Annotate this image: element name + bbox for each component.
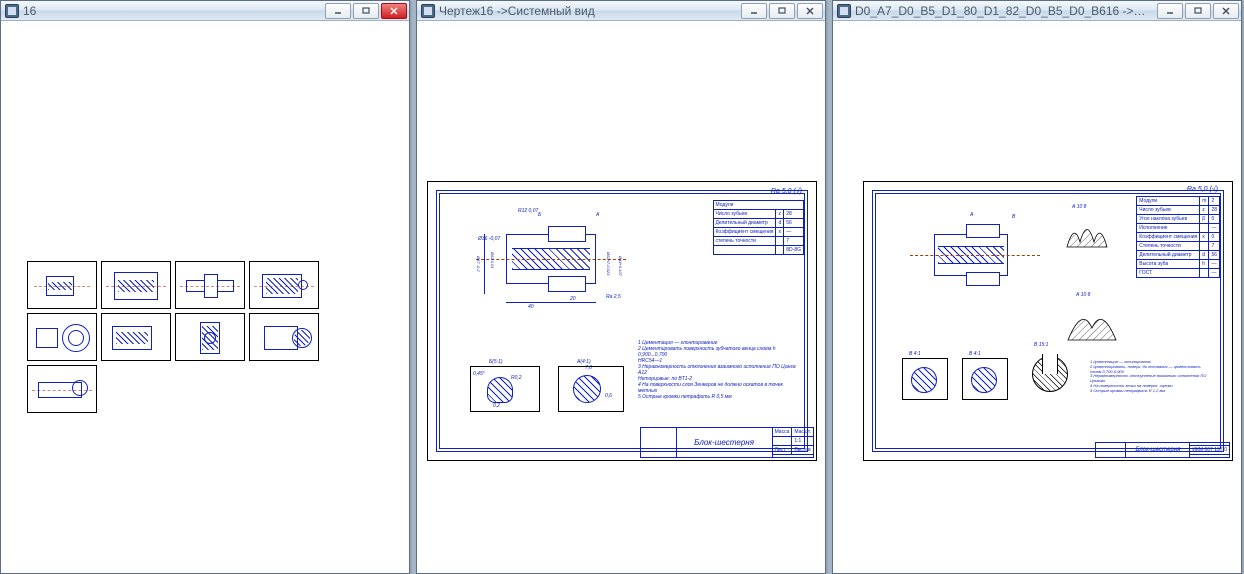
part-name: Блок-шестерня [1135,447,1180,453]
mdi-window-1: 16 [0,0,410,574]
thumb-1 [27,261,97,309]
table-row: Угол наклона зубьевβ0 [1137,215,1220,224]
doc-icon [5,4,19,18]
window-buttons [741,3,823,19]
main-section-view: А В [910,208,1040,308]
minimize-button[interactable] [1157,3,1183,19]
drawing-sheet: Ra 5,0 (√) Модулиm2 Число зубьевz28 Угол… [863,181,1233,461]
detail-view-b: В 4:1 [902,358,948,400]
maximize-button[interactable] [353,3,379,19]
section-label-b: Б [538,212,541,218]
window-title: D0_A7_D0_B5_D1_80_D1_82_D0_B5_D0_B616 ->… [855,4,1153,18]
table-row: степень точности7 [713,237,803,246]
window-title: 16 [23,4,321,18]
titlebar[interactable]: 16 [1,1,409,21]
dimension: 0,2 [493,403,500,409]
dimension: Ø62h7-0,023 [606,252,611,275]
dimension: 0,45° [473,371,485,377]
detail-label: В 15:1 [1034,342,1048,348]
part-name: Блок-шестерня [694,438,754,447]
table-row: ГОСТ— [1137,269,1220,278]
detail-view-b: Б(5:1) 0,45° R0,2 0,2 [470,366,540,412]
surface-finish-mark: Ra 5,0 (√) [1187,186,1218,193]
table-row: Коэффициент смещенияx0 [1137,233,1220,242]
thumb-3 [175,261,245,309]
minimize-button[interactable] [741,3,767,19]
thumb-6 [101,313,171,361]
thumb-7 [175,313,245,361]
drawing-canvas[interactable]: Ra 5,0 (√) Модулиm2 Число зубьевz28 Угол… [833,21,1241,573]
minimize-button[interactable] [325,3,351,19]
doc-icon [837,4,851,18]
section-label: В [1012,214,1015,220]
table-row: Число зубьевz28 [713,210,803,219]
table-row: Делительный диаметрd56 [713,219,803,228]
detail-view-a: А(4:1) 7,6 0,6 [558,366,624,412]
detail-label: Б(5:1) [489,359,503,365]
part-code: ИКМ 007 197-0 [1190,446,1230,455]
table-header: Модули [713,201,803,210]
drawing-sheet: Ra 5,0 (√) Модули Число зубьевz28 Делите… [427,181,817,461]
close-button[interactable] [797,3,823,19]
table-row: Делительный диаметрd56 [1137,251,1220,260]
window-buttons [325,3,407,19]
detail-view-v: В 4:1 [962,358,1008,400]
title-block: Блок-шестерня ИКМ 007 197-0 [1095,442,1230,458]
dimension: Ø36 -0,07 [478,236,500,242]
thumb-2 [101,261,171,309]
table-row: Исполнение— [1137,224,1220,233]
dimension: Ø62 0,01 [490,252,495,268]
dimension: R12 0,07 [518,208,538,214]
dimension: Ø57 -0,2 [476,256,481,272]
title-block: Блок-шестерня МассаМасшт. 1:1 ЛистЛистов [640,427,814,458]
section-label-a: А [596,212,599,218]
dimension: R0,2 [511,375,522,381]
dimension: Ø44+0,107 [618,256,623,276]
drawing-canvas[interactable]: Ra 5,0 (√) Модули Число зубьевz28 Делите… [417,21,825,573]
detail-view-b15: В 15:1 [1022,348,1078,400]
titlebar[interactable]: D0_A7_D0_B5_D1_80_D1_82_D0_B5_D0_B616 ->… [833,1,1241,21]
thumbnail-strip [27,261,387,413]
technical-notes: 1 Цементация — глонтирование 2 Цементиро… [638,340,798,400]
dimension: 7,6 [585,365,592,371]
detail-label: В 4:1 [969,351,981,357]
doc-icon [421,4,435,18]
mdi-window-2: Чертеж16 ->Системный вид Ra 5,0 (√) Моду… [416,0,826,574]
maximize-button[interactable] [1185,3,1211,19]
titlebar[interactable]: Чертеж16 ->Системный вид [417,1,825,21]
table-row: Высота зубаh— [1137,260,1220,269]
thumb-4 [249,261,319,309]
mdi-window-3: D0_A7_D0_B5_D1_80_D1_82_D0_B5_D0_B616 ->… [832,0,1242,574]
gear-parameter-table: Модулиm2 Число зубьевz28 Угол наклона зу… [1136,196,1220,278]
window-buttons [1157,3,1239,19]
gear-tooth-detail-a: А 10 8 [1062,212,1112,252]
surface-finish-mark: Ra 5,0 (√) [771,188,802,195]
table-row: Модулиm2 [1137,197,1220,206]
table-row: Степень точности7 [1137,242,1220,251]
table-row: 8D-8G [713,246,803,255]
gear-parameter-table: Модули Число зубьевz28 Делительный диаме… [713,200,804,255]
table-row: Коэффициент смещенияx— [713,228,803,237]
section-label: А [970,212,973,218]
window-title: Чертеж16 ->Системный вид [439,4,737,18]
main-section-view: Б А Ø36 -0,07 R12 0,07 Ø57 -0,2 Ø62 0,01… [476,204,626,314]
gear-tooth-detail-a2: А 10 8 [1062,300,1122,346]
table-row: Число зубьевz28 [1137,206,1220,215]
thumb-8 [249,313,319,361]
close-button[interactable] [381,3,407,19]
dimension: 40 [528,304,534,310]
thumb-5 [27,313,97,361]
drawing-canvas[interactable] [1,21,409,573]
detail-label: А 10 8 [1072,204,1086,210]
technical-notes: 1 Цементация — хонинировать 2 Цементиров… [1090,360,1210,394]
detail-label: В 4:1 [909,351,921,357]
dimension: 0,6 [605,393,612,399]
maximize-button[interactable] [769,3,795,19]
dimension: Ra 2,5 [606,294,621,300]
thumb-9 [27,365,97,413]
close-button[interactable] [1213,3,1239,19]
detail-label: А 10 8 [1076,292,1090,298]
thumb-10 [101,365,171,413]
